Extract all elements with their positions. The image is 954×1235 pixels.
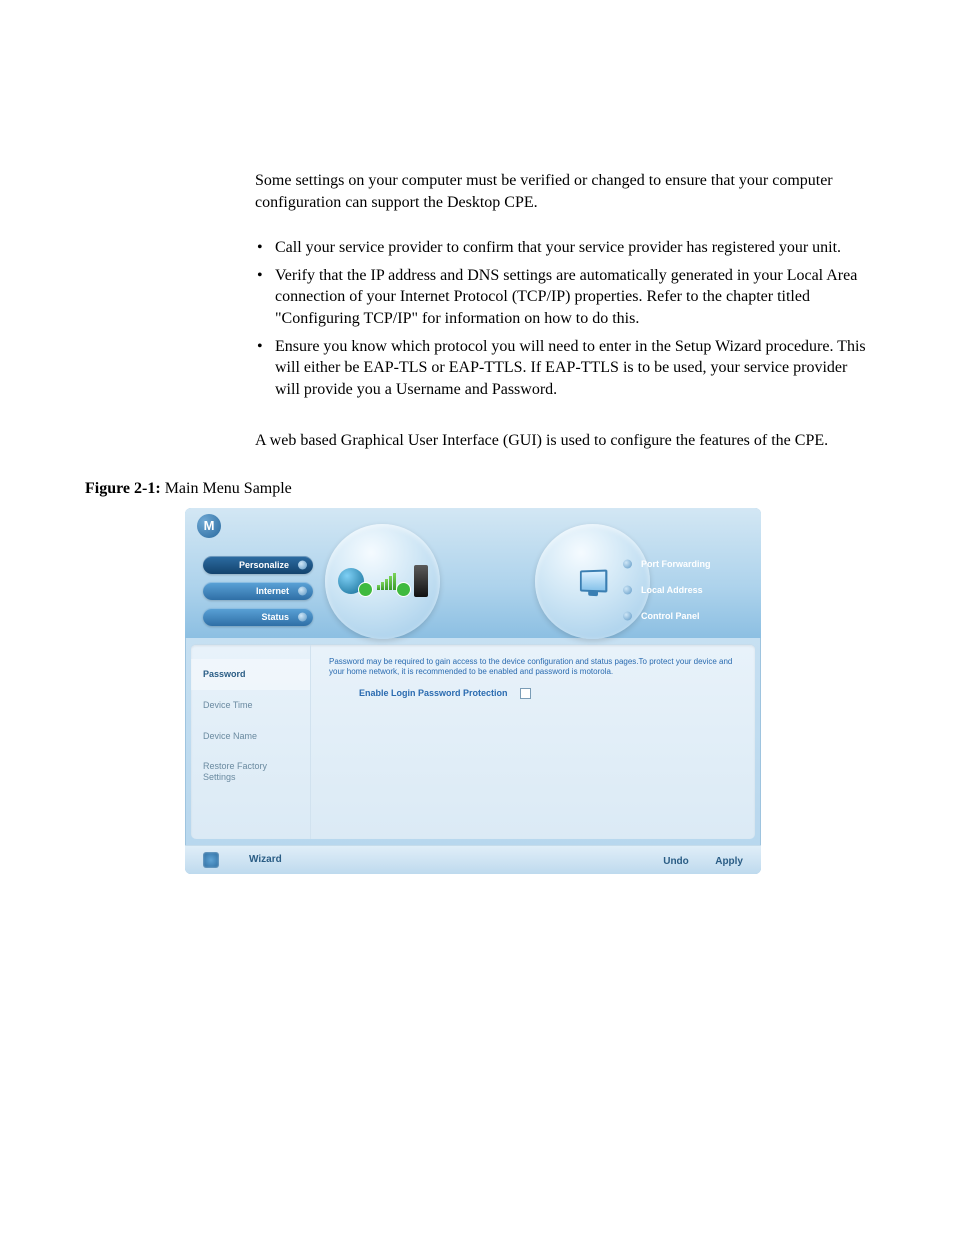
nav-label: Local Address: [641, 585, 703, 595]
nav-label: Control Panel: [641, 611, 700, 621]
dot-icon: [298, 612, 307, 621]
gui-screenshot: M Personalize Internet Status: [185, 508, 761, 874]
help-text: Password may be required to gain access …: [329, 657, 737, 678]
content-panel: Password may be required to gain access …: [311, 645, 755, 839]
dot-icon: [298, 586, 307, 595]
sidebar-device-time[interactable]: Device Time: [191, 690, 310, 721]
undo-button[interactable]: Undo: [663, 856, 689, 867]
figure-label: Figure 2-1:: [85, 480, 161, 497]
nav-label: Port Forwarding: [641, 559, 711, 569]
status-bubble-internet: [325, 524, 440, 639]
nav-control-panel[interactable]: Control Panel: [623, 608, 743, 624]
gui-footer: Wizard Undo Apply: [185, 845, 761, 874]
monitor-icon: [579, 570, 606, 593]
sidebar-restore-factory[interactable]: Restore Factory Settings: [191, 751, 310, 793]
wizard-icon: [203, 852, 219, 868]
nav-label: Status: [261, 612, 289, 622]
enable-password-checkbox[interactable]: [520, 688, 531, 699]
nav-port-forwarding[interactable]: Port Forwarding: [623, 556, 743, 572]
nav-label: Personalize: [239, 560, 289, 570]
bullet-item: Ensure you know which protocol you will …: [255, 336, 869, 401]
nav-personalize[interactable]: Personalize: [203, 556, 313, 574]
bullet-item: Verify that the IP address and DNS setti…: [255, 265, 869, 330]
figure-title: Main Menu Sample: [165, 480, 292, 497]
nav-status[interactable]: Status: [203, 608, 313, 626]
nav-right: Port Forwarding Local Address Control Pa…: [623, 556, 743, 634]
nav-internet[interactable]: Internet: [203, 582, 313, 600]
motorola-logo-icon: M: [197, 514, 221, 538]
wizard-button[interactable]: Wizard: [249, 854, 282, 865]
apply-button[interactable]: Apply: [715, 856, 743, 867]
intro-paragraph: Some settings on your computer must be v…: [255, 170, 869, 213]
dot-icon: [623, 559, 632, 568]
sidebar: Password Device Time Device Name Restore…: [191, 645, 311, 839]
modem-icon: [414, 565, 428, 597]
check-icon: [397, 583, 410, 596]
figure-caption: Figure 2-1: Main Menu Sample: [85, 480, 869, 498]
checkbox-label: Enable Login Password Protection: [359, 688, 508, 698]
check-icon: [359, 583, 372, 596]
bullet-item: Call your service provider to confirm th…: [255, 237, 869, 259]
dot-icon: [623, 611, 632, 620]
nav-label: Internet: [256, 586, 289, 596]
checklist: Call your service provider to confirm th…: [255, 237, 869, 400]
dot-icon: [298, 560, 307, 569]
sidebar-device-name[interactable]: Device Name: [191, 721, 310, 752]
sidebar-password[interactable]: Password: [191, 659, 310, 690]
gui-header: M Personalize Internet Status: [185, 508, 761, 638]
gui-body: Password Device Time Device Name Restore…: [191, 644, 755, 839]
signal-icon: [377, 573, 396, 590]
nav-local-address[interactable]: Local Address: [623, 582, 743, 598]
gui-intro-paragraph: A web based Graphical User Interface (GU…: [255, 430, 869, 452]
checkbox-row: Enable Login Password Protection: [359, 688, 737, 699]
nav-left: Personalize Internet Status: [203, 556, 313, 634]
dot-icon: [623, 585, 632, 594]
